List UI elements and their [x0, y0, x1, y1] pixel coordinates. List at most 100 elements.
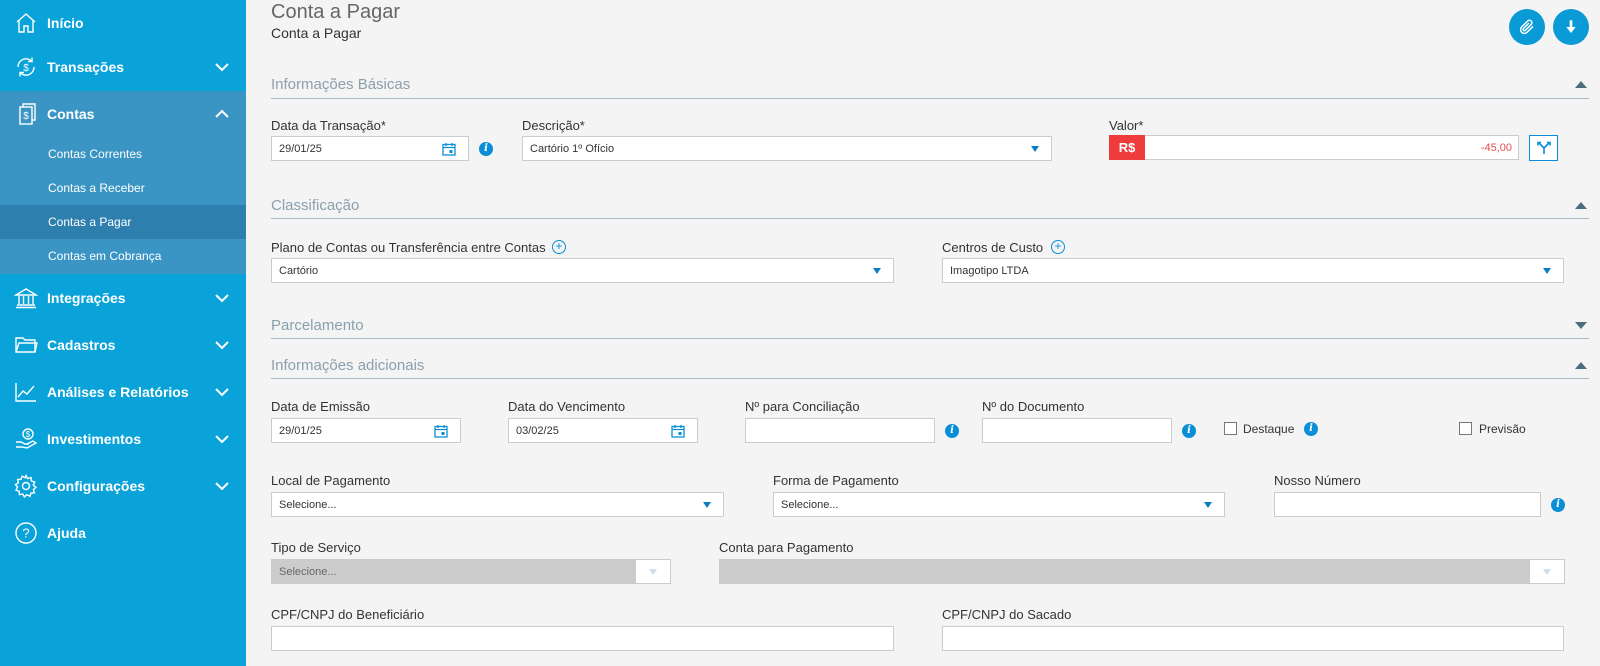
- drawee-doc-input[interactable]: [942, 626, 1564, 651]
- calendar-icon[interactable]: [671, 424, 685, 438]
- dropdown-arrow-icon: [703, 502, 711, 508]
- field-value: Cartório: [279, 264, 319, 277]
- add-icon[interactable]: +: [552, 240, 566, 254]
- submenu-item-contas-em-cobranca[interactable]: Contas em Cobrança: [0, 239, 246, 273]
- sidebar: Início $ Transações $ Contas Contas Corr…: [0, 0, 246, 666]
- split-button[interactable]: [1529, 135, 1558, 161]
- section-divider: [271, 338, 1589, 339]
- money-exchange-icon: $: [17, 57, 35, 77]
- field-value: 29/01/25: [279, 424, 322, 437]
- svg-text:$: $: [23, 111, 29, 122]
- expand-icon[interactable]: [1575, 322, 1587, 329]
- help-icon: ?: [15, 522, 37, 544]
- sidebar-item-ajuda[interactable]: ? Ajuda: [0, 510, 246, 556]
- value-input[interactable]: -45,00: [1145, 135, 1519, 160]
- reconciliation-input[interactable]: [745, 418, 935, 443]
- sidebar-item-configuracoes[interactable]: Configurações: [0, 463, 246, 509]
- dropdown-arrow-icon: [1543, 268, 1551, 274]
- service-type-select[interactable]: Selecione...: [271, 559, 671, 584]
- dropdown-arrow-box: [1530, 560, 1564, 583]
- sidebar-item-label: Transações: [47, 59, 125, 75]
- currency-badge: R$: [1109, 135, 1145, 160]
- field-value: 29/01/25: [279, 142, 322, 155]
- gear-icon: [14, 474, 38, 498]
- chevron-down-icon: [215, 63, 229, 72]
- value-label: Valor*: [1109, 118, 1144, 133]
- section-title-basic: Informações Básicas: [271, 76, 411, 93]
- info-icon[interactable]: i: [479, 142, 493, 156]
- transaction-date-field[interactable]: 29/01/25: [271, 136, 469, 161]
- submenu-item-contas-a-receber[interactable]: Contas a Receber: [0, 171, 246, 205]
- payment-method-label: Forma de Pagamento: [773, 473, 899, 488]
- download-button[interactable]: [1553, 9, 1589, 45]
- highlight-checkbox[interactable]: [1224, 422, 1237, 435]
- add-icon[interactable]: +: [1051, 240, 1065, 254]
- submenu-item-label: Contas a Pagar: [48, 215, 132, 229]
- our-number-label: Nosso Número: [1274, 473, 1361, 488]
- chevron-down-icon: [215, 388, 229, 397]
- description-select[interactable]: Cartório 1º Ofício: [522, 136, 1052, 161]
- sidebar-item-analises-relatorios[interactable]: Análises e Relatórios: [0, 369, 246, 415]
- field-value: Selecione...: [279, 565, 337, 578]
- payment-place-label: Local de Pagamento: [271, 473, 391, 488]
- svg-text:?: ?: [22, 526, 29, 541]
- sidebar-item-integracoes[interactable]: Integrações: [0, 275, 246, 321]
- sidebar-item-inicio[interactable]: Início: [0, 0, 246, 46]
- collapse-icon[interactable]: [1575, 362, 1587, 369]
- payment-place-select[interactable]: Selecione...: [271, 492, 724, 517]
- sidebar-item-investimentos[interactable]: $ Investimentos: [0, 416, 246, 462]
- collapse-icon[interactable]: [1575, 81, 1587, 88]
- split-icon: [1536, 141, 1551, 154]
- info-icon[interactable]: i: [945, 424, 959, 438]
- beneficiary-doc-input[interactable]: [271, 626, 894, 651]
- sidebar-item-label: Análises e Relatórios: [47, 384, 189, 400]
- due-date-label: Data do Vencimento: [508, 399, 626, 414]
- section-title-additional: Informações adicionais: [271, 357, 425, 374]
- collapse-icon[interactable]: [1575, 202, 1587, 209]
- document-number-input[interactable]: [982, 418, 1172, 443]
- attach-button[interactable]: [1509, 9, 1545, 45]
- page-title: Conta a Pagar: [271, 1, 400, 23]
- paperclip-icon: [1519, 19, 1534, 35]
- sidebar-item-cadastros[interactable]: Cadastros: [0, 322, 246, 368]
- dropdown-arrow-icon: [649, 569, 657, 575]
- folder-icon: [15, 337, 38, 353]
- account-plan-select[interactable]: Cartório: [271, 258, 894, 283]
- field-value: Imagotipo LTDA: [950, 264, 1029, 277]
- our-number-input[interactable]: [1274, 492, 1541, 517]
- chevron-down-icon: [215, 341, 229, 350]
- cost-center-select[interactable]: Imagotipo LTDA: [942, 258, 1564, 283]
- dropdown-arrow-icon: [1204, 502, 1212, 508]
- svg-text:$: $: [23, 63, 29, 74]
- description-label: Descrição*: [522, 118, 585, 133]
- dropdown-arrow-icon: [873, 268, 881, 274]
- submenu-item-label: Contas Correntes: [48, 147, 143, 161]
- drawee-doc-label: CPF/CNPJ do Sacado: [942, 607, 1072, 622]
- highlight-label: Destaque: [1243, 422, 1295, 436]
- field-value: Cartório 1º Ofício: [530, 142, 615, 155]
- info-icon[interactable]: i: [1182, 424, 1196, 438]
- info-icon[interactable]: i: [1551, 498, 1565, 512]
- submenu-item-contas-a-pagar[interactable]: Contas a Pagar: [0, 205, 246, 239]
- submenu-item-contas-correntes[interactable]: Contas Correntes: [0, 137, 246, 171]
- chevron-down-icon: [215, 482, 229, 491]
- cost-center-label: Centros de Custo: [942, 240, 1044, 255]
- sidebar-item-label: Configurações: [47, 478, 146, 494]
- calendar-icon[interactable]: [434, 424, 448, 438]
- info-icon[interactable]: i: [1304, 422, 1318, 436]
- section-divider: [271, 218, 1589, 219]
- due-date-field[interactable]: 03/02/25: [508, 418, 698, 443]
- emission-date-field[interactable]: 29/01/25: [271, 418, 461, 443]
- forecast-checkbox[interactable]: [1459, 422, 1472, 435]
- calendar-icon[interactable]: [442, 142, 456, 156]
- documents-money-icon: $: [19, 103, 36, 125]
- dropdown-arrow-box: [636, 560, 670, 583]
- sidebar-item-label: Integrações: [47, 290, 126, 306]
- payment-method-select[interactable]: Selecione...: [773, 492, 1225, 517]
- payment-account-select[interactable]: [719, 559, 1565, 584]
- sidebar-item-transacoes[interactable]: $ Transações: [0, 44, 246, 90]
- hand-coin-icon: $: [16, 428, 38, 449]
- sidebar-item-contas[interactable]: $ Contas: [0, 91, 246, 137]
- payment-account-label: Conta para Pagamento: [719, 540, 854, 555]
- service-type-label: Tipo de Serviço: [271, 540, 361, 555]
